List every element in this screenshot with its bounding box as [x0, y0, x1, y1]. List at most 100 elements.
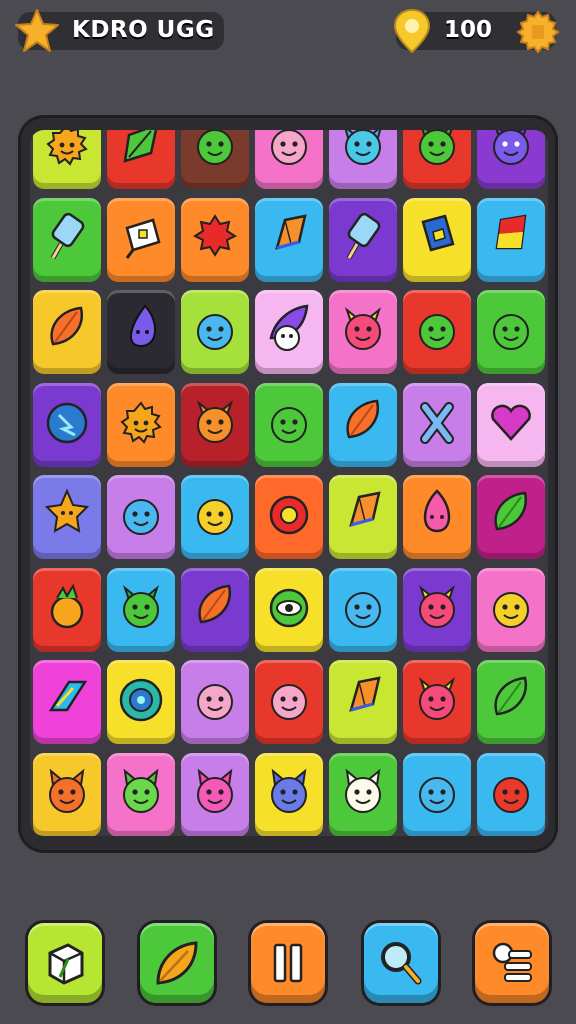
tile-orange-leaf[interactable]: [329, 382, 397, 467]
green-blob-icon: [419, 314, 455, 350]
leaf-tool-button[interactable]: [140, 923, 214, 1003]
tile-green-blob[interactable]: [181, 130, 249, 189]
tile-green-leaf[interactable]: [477, 475, 545, 559]
tile-sun-face[interactable]: [33, 130, 101, 189]
tile-green-creature[interactable]: [403, 130, 471, 189]
tile-green-cat[interactable]: [107, 752, 175, 836]
tile-fruit[interactable]: [33, 567, 101, 652]
tile-red-blob[interactable]: [477, 752, 545, 836]
tile-pink-creature[interactable]: [329, 290, 397, 374]
green-blob-icon: [271, 406, 307, 443]
tile-flag[interactable]: [477, 197, 545, 282]
tile-blue-ring[interactable]: [107, 660, 175, 744]
tile-blue-blob[interactable]: [403, 752, 471, 836]
list-icon: [492, 942, 532, 982]
tile-blue-blob[interactable]: [329, 567, 397, 652]
tile-pink-creature[interactable]: [403, 660, 471, 744]
tile-leaf[interactable]: [107, 130, 175, 189]
blue-cat-icon: [271, 768, 307, 813]
gift-bag-icon: [125, 217, 161, 259]
tile-pink-drop[interactable]: [403, 475, 471, 559]
tile-green-blob[interactable]: [255, 382, 323, 467]
red-flower-icon: [192, 213, 238, 257]
star-face-icon: [44, 488, 90, 533]
tile-book[interactable]: [403, 197, 471, 282]
tile-diamond-kite[interactable]: [255, 197, 323, 282]
tile-pink-face[interactable]: [255, 130, 323, 189]
yellow-blob-icon: [493, 591, 529, 628]
tile-green-eye[interactable]: [255, 567, 323, 652]
tile-orange-leaf[interactable]: [181, 567, 249, 652]
tile-red-flower[interactable]: [181, 197, 249, 282]
blue-blob-icon: [419, 776, 455, 813]
tile-pink-creature[interactable]: [403, 567, 471, 652]
tile-green-blob[interactable]: [403, 290, 471, 374]
tile-blue-cat[interactable]: [255, 752, 323, 836]
orange-creature-icon: [196, 399, 234, 443]
pink-face-icon: [197, 684, 233, 720]
pink-face-icon: [271, 684, 307, 720]
menu-button[interactable]: [475, 923, 549, 1003]
tile-yellow-blob[interactable]: [477, 567, 545, 652]
tile-yellow-blob[interactable]: [181, 475, 249, 559]
tile-pink-face[interactable]: [255, 660, 323, 744]
sun-face-icon: [46, 130, 88, 166]
blue-ring-icon: [119, 678, 163, 722]
tile-star-face[interactable]: [33, 475, 101, 559]
chevron-icon: [48, 680, 88, 712]
diamond-kite-icon: [349, 491, 381, 527]
cat-icon: [49, 768, 85, 813]
tile-white-cat[interactable]: [329, 752, 397, 836]
red-blob-icon: [493, 776, 529, 813]
pink-creature-icon: [418, 677, 456, 720]
diamond-kite-icon: [349, 676, 381, 712]
green-creature-icon: [122, 584, 160, 628]
blue-ball-icon: [46, 402, 88, 443]
search-icon: [381, 942, 422, 985]
coin-count: 100: [444, 17, 493, 43]
tile-gift-bag[interactable]: [107, 197, 175, 282]
gear-icon[interactable]: [514, 8, 562, 56]
tile-pink-heart[interactable]: [477, 382, 545, 467]
tile-orange-leaf[interactable]: [33, 290, 101, 374]
tile-popsicle[interactable]: [33, 197, 101, 282]
blue-blob-icon: [345, 591, 381, 628]
tile-diamond-kite[interactable]: [329, 660, 397, 744]
cube-icon: [48, 943, 84, 985]
purple-creature-icon: [493, 130, 529, 165]
tile-bone-x[interactable]: [403, 382, 471, 467]
tile-cyan-creature[interactable]: [329, 130, 397, 189]
tile-pink-face[interactable]: [181, 660, 249, 744]
popsicle-icon: [50, 212, 85, 259]
book-icon: [421, 213, 455, 252]
tile-red-ring[interactable]: [255, 475, 323, 559]
tile-blue-blob[interactable]: [181, 290, 249, 374]
location-pin-icon: [393, 8, 431, 54]
tile-chevron[interactable]: [33, 660, 101, 744]
tile-blue-blob[interactable]: [107, 475, 175, 559]
tile-green-creature[interactable]: [107, 567, 175, 652]
diamond-kite-icon: [275, 213, 307, 250]
pink-cat-icon: [197, 768, 233, 813]
tile-purple-creature[interactable]: [477, 130, 545, 189]
cube-tool-button[interactable]: [28, 923, 102, 1003]
tile-green-blob[interactable]: [477, 290, 545, 374]
white-cat-icon: [345, 768, 381, 813]
tile-diamond-kite[interactable]: [329, 475, 397, 559]
search-button[interactable]: [364, 923, 438, 1003]
tile-purple-drop[interactable]: [107, 290, 175, 374]
orange-leaf-icon: [346, 399, 380, 438]
tile-wizard[interactable]: [255, 290, 323, 374]
tile-cat[interactable]: [33, 752, 101, 836]
tile-popsicle[interactable]: [329, 197, 397, 282]
pink-drop-icon: [423, 489, 451, 533]
tile-green-leaf[interactable]: [477, 660, 545, 744]
tile-pink-cat[interactable]: [181, 752, 249, 836]
tile-orange-creature[interactable]: [181, 382, 249, 467]
pause-button[interactable]: [251, 923, 325, 1003]
cyan-creature-icon: [344, 130, 382, 165]
fruit-icon: [50, 583, 84, 628]
green-creature-icon: [419, 130, 455, 165]
tile-sun-face[interactable]: [107, 382, 175, 467]
tile-blue-ball[interactable]: [33, 382, 101, 467]
